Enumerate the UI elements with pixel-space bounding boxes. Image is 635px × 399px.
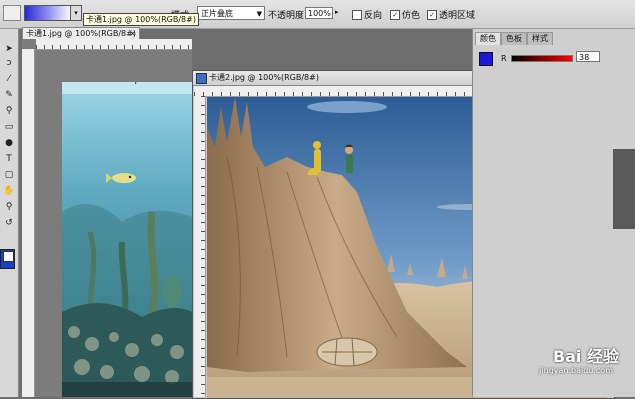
doc1-vertical-ruler (22, 49, 35, 397)
svg-text:+: + (132, 82, 140, 87)
doc1-title: 卡通1.jpg @ 100%(RGB/8#) (26, 29, 136, 38)
eyedropper-tool-icon[interactable]: ⁄ (3, 73, 15, 85)
gradient-tool-icon[interactable]: ▭ (3, 121, 15, 133)
baidu-watermark-logo: Bai 经验 (552, 347, 619, 366)
toolbox: ➤ ↄ ⁄ ✎ ⚲ ▭ ● T ▢ ✋ ⚲ ↺ (0, 29, 19, 397)
chevron-down-icon: ▼ (256, 10, 262, 18)
baidu-watermark-url: jingyan.baidu.com (539, 366, 613, 375)
zoom-tool-icon[interactable]: ⚲ (3, 201, 15, 213)
tab-color[interactable]: 颜色 (475, 32, 501, 45)
brush-tool-icon[interactable]: ✎ (3, 89, 15, 101)
opacity-slider-arrow-icon[interactable]: ▸ (335, 8, 339, 16)
tab-swatches[interactable]: 色板 (501, 32, 527, 45)
tab-styles[interactable]: 样式 (527, 32, 553, 45)
quick-mask-icon[interactable] (3, 251, 14, 262)
photoshop-document-icon (196, 73, 207, 84)
lasso-tool-icon[interactable]: ↄ (3, 57, 15, 69)
shape-tool-icon[interactable]: ▢ (3, 169, 15, 181)
red-channel-input[interactable]: 38 (576, 51, 600, 62)
hand-tool-icon[interactable]: ✋ (3, 185, 15, 197)
dither-label: 仿色 (402, 11, 421, 21)
stamp-tool-icon[interactable]: ⚲ (3, 105, 15, 117)
opacity-label: 不透明度: (268, 11, 308, 21)
panel-foreground-swatch[interactable] (479, 52, 493, 66)
color-panel: 颜色 色板 样式 R 38 (472, 29, 635, 397)
transparency-label: 透明区域 (439, 11, 476, 21)
move-tool-icon[interactable]: ➤ (3, 43, 15, 55)
transparency-checkbox-box[interactable]: ✓ (427, 9, 437, 20)
dither-checkbox[interactable]: ✓ 仿色 (390, 8, 420, 21)
dodge-tool-icon[interactable]: ● (3, 137, 15, 149)
gradient-picker[interactable] (24, 5, 72, 21)
panel-dock-strip (613, 149, 635, 229)
swap-colors-icon[interactable]: ↺ (3, 217, 15, 229)
dither-checkbox-box[interactable]: ✓ (390, 9, 400, 20)
tooltip: 卡通1.jpg @ 100%(RGB/8#) (83, 13, 199, 26)
transparency-checkbox[interactable]: ✓ 透明区域 (427, 8, 475, 21)
gradient-dropdown-arrow[interactable]: ▾ (70, 5, 82, 21)
tool-preset-icon[interactable] (3, 5, 21, 21)
doc2-title: 卡通2.jpg @ 100%(RGB/8#) (209, 73, 319, 82)
blend-mode-value: 正片叠底 (201, 9, 233, 18)
type-tool-icon[interactable]: T (3, 153, 15, 165)
red-channel-slider[interactable] (511, 55, 573, 62)
red-channel-label: R (501, 54, 507, 63)
doc1-ocean-image[interactable]: + (62, 82, 192, 397)
reverse-checkbox[interactable]: 反向 (352, 8, 382, 21)
doc1-tab[interactable]: 卡通1.jpg @ 100%(RGB/8#) × (22, 27, 140, 39)
reverse-label: 反向 (364, 11, 383, 21)
doc1-horizontal-ruler (36, 39, 192, 50)
blend-mode-select[interactable]: 正片叠底 ▼ (197, 6, 265, 20)
reverse-checkbox-box[interactable] (352, 9, 362, 20)
doc2-vertical-ruler (194, 96, 206, 397)
opacity-input[interactable]: 100% (305, 7, 333, 19)
